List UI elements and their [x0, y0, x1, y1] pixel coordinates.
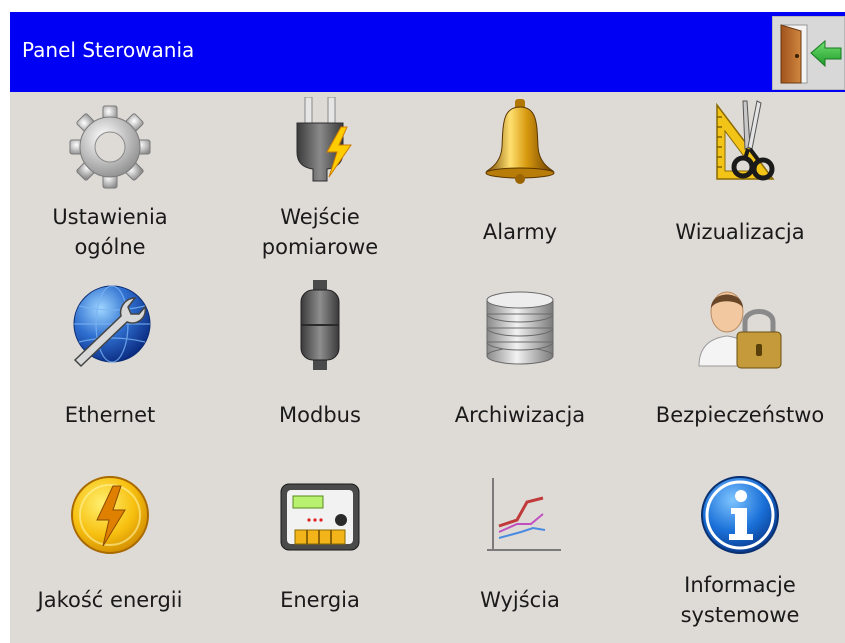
tile-label: Jakość energii	[37, 588, 183, 612]
tile-label: Ustawienia	[52, 205, 168, 229]
database-stack-icon	[475, 280, 565, 370]
modbus-device-icon	[275, 280, 365, 370]
page-title: Panel Sterowania	[22, 38, 195, 62]
ruler-scissors-icon	[695, 97, 785, 187]
header-bar: Panel Sterowania	[10, 12, 845, 92]
tile-label: Wizualizacja	[675, 220, 805, 244]
lightning-circle-icon	[65, 470, 155, 560]
info-icon	[695, 470, 785, 560]
tile-label: Alarmy	[482, 220, 558, 244]
bell-icon	[475, 97, 565, 187]
exit-button[interactable]	[772, 16, 845, 90]
control-panel-grid: Ustawienia ogólne Wejście pomiarowe Alar…	[10, 92, 845, 643]
plug-lightning-icon	[275, 97, 365, 187]
globe-wrench-icon	[65, 280, 155, 370]
gear-icon	[65, 102, 155, 192]
tile-label: ogólne	[74, 235, 146, 259]
tile-label: systemowe	[680, 603, 800, 627]
tile-label: Archiwizacja	[454, 403, 586, 427]
energy-meter-icon	[275, 470, 365, 560]
tile-label: Informacje	[684, 573, 796, 597]
tile-label: Ethernet	[64, 403, 156, 427]
user-lock-icon	[695, 280, 785, 370]
tile-label: Bezpieczeństwo	[655, 403, 825, 427]
tile-label: Wyjścia	[480, 588, 560, 612]
line-chart-icon	[475, 470, 565, 560]
